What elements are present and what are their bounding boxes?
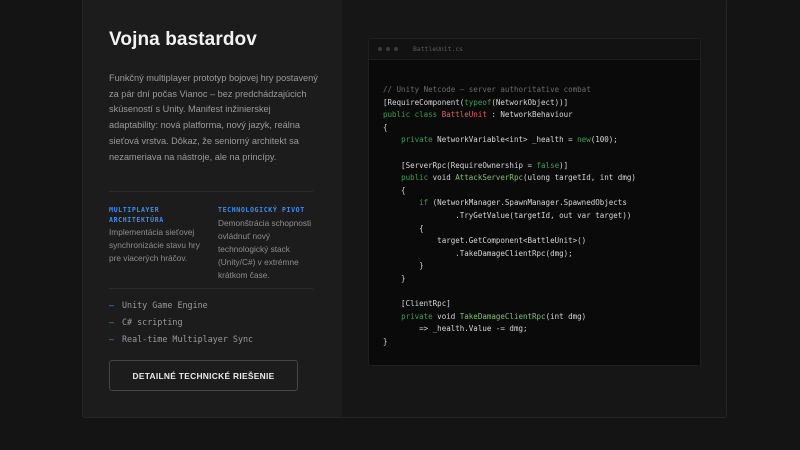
project-description: Funkčný multiplayer prototyp bojovej hry… (109, 73, 318, 162)
tech-stack-item: – C# scripting (109, 313, 253, 330)
code-line: private NetworkVariable<int> _health = n… (401, 135, 618, 145)
dash-bullet-icon: – (109, 333, 115, 344)
feature-multiplayer: MULTIPLAYER ARCHITEKTÚRA Implementácia s… (109, 206, 205, 265)
code-block: // Unity Netcode – server authoritative … (383, 84, 636, 348)
dash-bullet-icon: – (109, 299, 115, 310)
code-editor-window: BattleUnit.cs // Unity Netcode – server … (368, 38, 701, 366)
project-title: Vojna bastardov (109, 29, 257, 50)
editor-filename: BattleUnit.cs (413, 45, 464, 53)
code-line: .TakeDamageClientRpc(dmg); (383, 248, 573, 258)
code-line: public class BattleUnit : NetworkBehavio… (383, 110, 573, 120)
feature-title: MULTIPLAYER ARCHITEKTÚRA (109, 206, 164, 224)
editor-title-bar: BattleUnit.cs (369, 39, 700, 60)
tech-stack-item: – Real-time Multiplayer Sync (109, 330, 253, 347)
code-panel: BattleUnit.cs // Unity Netcode – server … (342, 0, 726, 417)
code-line: [RequireComponent(typeof(NetworkObject))… (383, 97, 569, 107)
project-card: Vojna bastardov Funkčný multiplayer prot… (82, 0, 727, 418)
code-line: [ServerRpc(RequireOwnership = false)] (383, 160, 569, 170)
code-line: // Unity Netcode – server authoritative … (383, 85, 591, 94)
feature-text: Implementácia sieťovej synchronizácie st… (109, 227, 200, 263)
window-dot-icon (378, 47, 382, 51)
window-dot-icon (386, 47, 390, 51)
code-line: } (383, 336, 388, 346)
code-line: { (383, 122, 388, 132)
code-line: => _health.Value -= dmg; (383, 324, 528, 334)
tech-stack-label: Unity Game Engine (122, 299, 208, 310)
tech-stack-label: Real-time Multiplayer Sync (122, 333, 254, 344)
code-line: { (383, 223, 424, 233)
code-line: } (383, 273, 406, 283)
feature-text: Demonštrácia schopnosti ovládnuť nový te… (218, 217, 312, 280)
code-line: target.GetComponent<BattleUnit>() (383, 236, 587, 246)
project-info-panel: Vojna bastardov Funkčný multiplayer prot… (83, 0, 342, 417)
divider (109, 288, 313, 289)
tech-stack-item: – Unity Game Engine (109, 296, 253, 313)
dash-bullet-icon: – (109, 316, 115, 327)
code-line: { (383, 185, 406, 195)
technical-solution-button[interactable]: DETAILNÉ TECHNICKÉ RIEŠENIE (109, 360, 298, 391)
code-line: private void TakeDamageClientRpc(int dmg… (401, 311, 587, 321)
feature-title: TECHNOLOGICKÝ PIVOT (218, 206, 305, 214)
window-dot-icon (394, 47, 398, 51)
tech-stack-list: – Unity Game Engine – C# scripting – Real-t… (109, 296, 253, 347)
code-line: [ClientRpc] (383, 299, 451, 309)
feature-tech-pivot: TECHNOLOGICKÝ PIVOT Demonštrácia schopno… (218, 206, 318, 282)
code-line: if (NetworkManager.SpawnManager.SpawnedO… (419, 198, 627, 208)
divider (109, 191, 313, 192)
tech-stack-label: C# scripting (122, 316, 183, 327)
code-line: .TryGetValue(targetId, out var target)) (383, 210, 632, 220)
code-line: public void AttackServerRpc(ulong target… (401, 173, 636, 183)
code-line: } (383, 261, 424, 271)
